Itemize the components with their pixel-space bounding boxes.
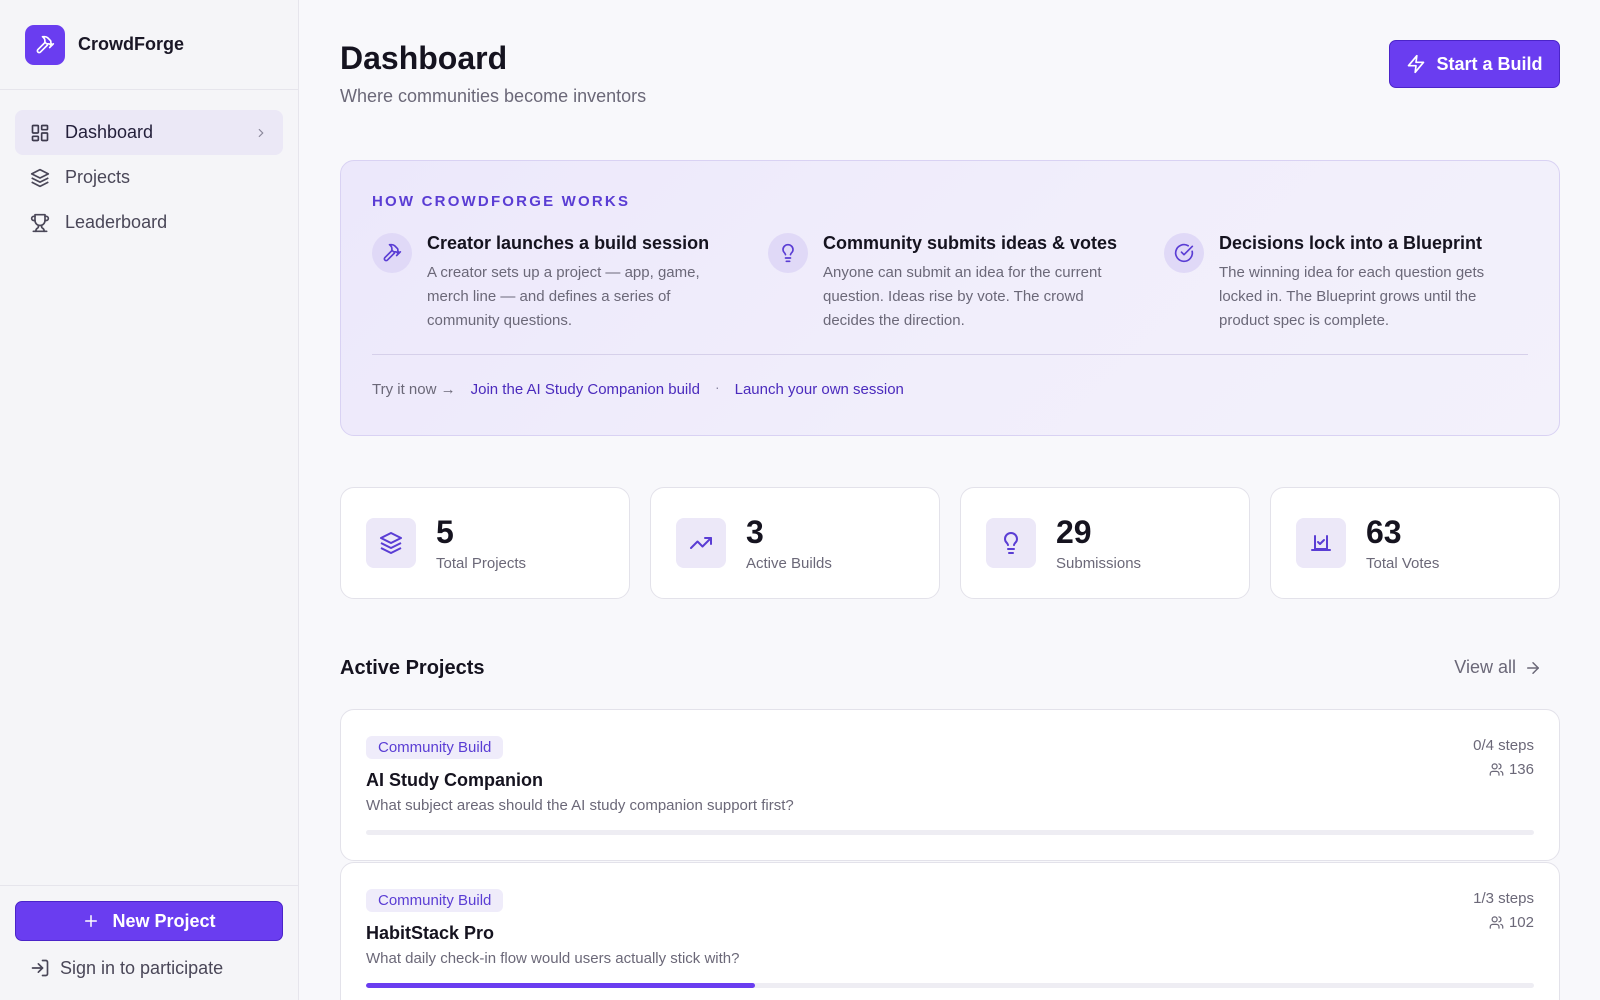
stat-value: 29 [1056, 514, 1092, 550]
active-projects-title: Active Projects [340, 657, 485, 679]
brand[interactable]: CrowdForge [0, 0, 298, 90]
how-it-works-panel: HOW CROWDFORGE WORKS Creator launches a … [340, 160, 1560, 436]
start-build-label: Start a Build [1436, 53, 1543, 74]
step-description: A creator sets up a project — app, game,… [427, 264, 700, 329]
page-subtitle: Where communities become inventors [340, 86, 647, 106]
hammer-icon [372, 233, 412, 273]
progress-bar [366, 983, 1534, 988]
brand-name: CrowdForge [78, 34, 184, 54]
new-project-button[interactable]: New Project [15, 901, 283, 941]
sign-in-link[interactable]: Sign in to participate [15, 953, 283, 983]
lightbulb-icon [768, 233, 808, 273]
sidebar-item-dashboard[interactable]: Dashboard [15, 110, 283, 155]
progress-bar [366, 830, 1534, 835]
stat-label: Total Projects [436, 555, 527, 572]
step-description: The winning idea for each question gets … [1219, 264, 1485, 329]
lightbulb-icon [986, 518, 1036, 568]
divider [372, 354, 1528, 355]
try-it-row: Try it now → Join the AI Study Companion… [372, 378, 904, 399]
page-title: Dashboard [340, 40, 508, 76]
stat-label: Submissions [1056, 555, 1142, 572]
sidebar-item-label: Projects [65, 167, 131, 187]
project-name: HabitStack Pro [366, 923, 495, 943]
view-all-label: View all [1454, 657, 1516, 677]
chevron-right-icon [254, 124, 268, 145]
project-steps: 0/4 steps [1473, 737, 1534, 754]
stat-card-votes: 63 Total Votes [1270, 487, 1560, 599]
new-project-label: New Project [112, 910, 216, 931]
dashboard-grid-icon [30, 123, 50, 143]
project-card[interactable]: Community Build AI Study Companion What … [340, 709, 1560, 861]
sidebar-item-projects[interactable]: Projects [15, 155, 283, 200]
project-question: What subject areas should the AI study c… [366, 797, 794, 814]
project-card[interactable]: Community Build HabitStack Pro What dail… [340, 862, 1560, 1000]
step-description: Anyone can submit an idea for the curren… [823, 264, 1102, 329]
log-in-icon [30, 958, 50, 978]
check-circle-icon [1164, 233, 1204, 273]
stat-card-active-builds: 3 Active Builds [650, 487, 940, 599]
trending-up-icon [676, 518, 726, 568]
plus-icon [82, 912, 100, 930]
arrow-right-icon [1524, 659, 1542, 677]
separator-dot: · [714, 378, 720, 395]
vote-box-icon [1296, 518, 1346, 568]
join-build-link[interactable]: Join the AI Study Companion build [471, 381, 700, 398]
sidebar-item-leaderboard[interactable]: Leaderboard [15, 200, 283, 245]
project-badge: Community Build [366, 736, 504, 759]
project-question: What daily check-in flow would users act… [366, 950, 740, 967]
stat-label: Total Votes [1366, 555, 1440, 572]
sidebar-footer: New Project Sign in to participate [0, 885, 298, 1000]
project-members: 102 [1489, 914, 1534, 931]
trophy-icon [30, 213, 50, 233]
project-steps: 1/3 steps [1473, 890, 1534, 907]
stats-row: 5 Total Projects 3 Active Builds 29 Subm… [340, 487, 1560, 599]
members-count: 136 [1508, 761, 1534, 778]
project-members: 136 [1489, 761, 1534, 778]
sidebar-nav: Dashboard Projects Leaderboard [0, 90, 298, 245]
hammer-icon [25, 24, 65, 65]
stat-value: 63 [1366, 514, 1402, 550]
launch-session-link[interactable]: Launch your own session [735, 381, 904, 398]
try-it-label: Try it now → [372, 381, 456, 398]
stat-card-projects: 5 Total Projects [340, 487, 630, 599]
stat-label: Active Builds [746, 555, 832, 572]
users-icon [1489, 762, 1504, 777]
project-name: AI Study Companion [366, 770, 543, 790]
sign-in-label: Sign in to participate [60, 957, 224, 978]
how-it-works-heading: HOW CROWDFORGE WORKS [372, 193, 631, 210]
zap-icon [1406, 54, 1426, 74]
start-build-button[interactable]: Start a Build [1389, 40, 1560, 88]
view-all-link[interactable]: View all [1454, 657, 1542, 678]
sidebar-item-label: Leaderboard [65, 212, 168, 232]
stat-card-submissions: 29 Submissions [960, 487, 1250, 599]
project-badge: Community Build [366, 889, 504, 912]
sidebar-item-label: Dashboard [65, 122, 154, 142]
step-title: Decisions lock into a Blueprint [1219, 233, 1483, 253]
progress-fill [366, 983, 755, 988]
users-icon [1489, 915, 1504, 930]
sidebar: CrowdForge Dashboard Projects Leaderboar… [0, 0, 299, 1000]
stat-value: 3 [746, 514, 764, 550]
layers-icon [30, 168, 50, 188]
layers-icon [366, 518, 416, 568]
stat-value: 5 [436, 514, 454, 550]
step-title: Creator launches a build session [427, 233, 710, 253]
members-count: 102 [1508, 914, 1534, 931]
step-title: Community submits ideas & votes [823, 233, 1118, 253]
